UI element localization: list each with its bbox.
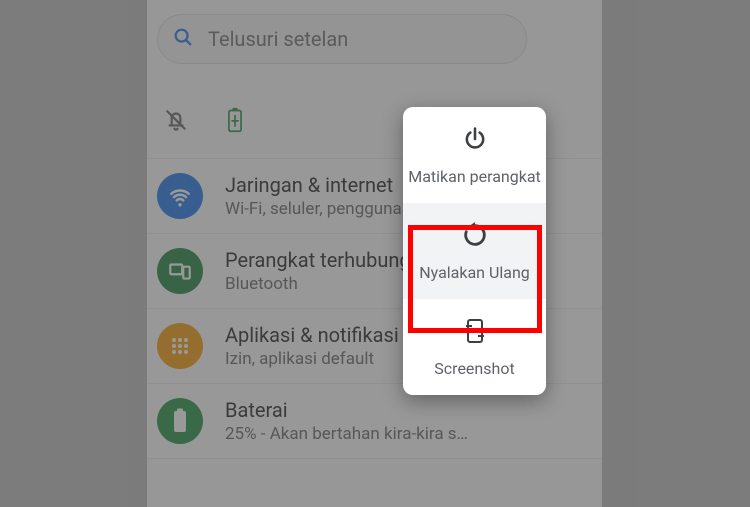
- power-off-label: Matikan perangkat: [408, 167, 541, 187]
- modal-scrim[interactable]: [0, 0, 750, 507]
- screenshot-label: Screenshot: [434, 359, 514, 379]
- power-menu-screenshot[interactable]: Screenshot: [403, 299, 546, 395]
- restart-icon: [461, 221, 489, 253]
- power-menu-power-off[interactable]: Matikan perangkat: [403, 107, 546, 203]
- restart-label: Nyalakan Ulang: [419, 263, 530, 283]
- power-menu-restart[interactable]: Nyalakan Ulang: [403, 203, 546, 299]
- power-menu: Matikan perangkat Nyalakan Ulang Screens…: [403, 107, 546, 395]
- screenshot-icon: [463, 317, 487, 349]
- power-icon: [461, 125, 489, 157]
